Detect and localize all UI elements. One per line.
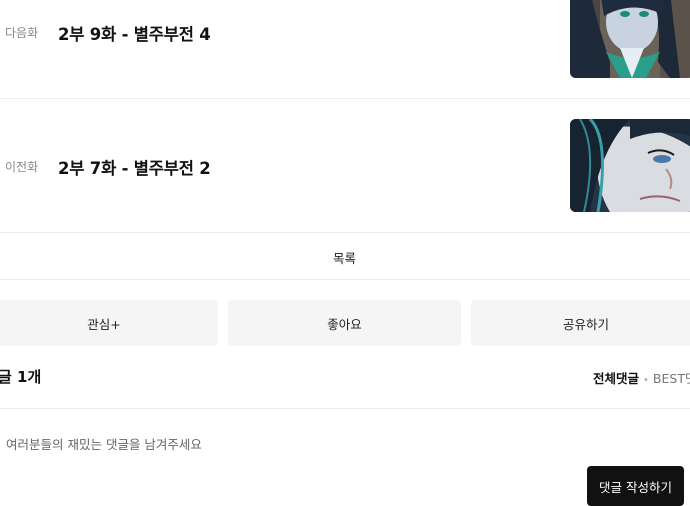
previous-episode-tag: 이전화 [5,160,39,174]
previous-episode-thumbnail-image [570,119,690,212]
next-episode-thumbnail-image [570,0,690,78]
previous-episode-thumbnail[interactable] [570,119,690,212]
share-button[interactable]: 공유하기 [471,300,690,346]
list-link[interactable]: 목록 [333,248,356,267]
previous-episode-title[interactable]: 2부 7화 - 별주부전 2 [58,155,211,179]
comment-input-placeholder[interactable]: 여러분들의 재밌는 댓글을 남겨주세요 [6,434,202,453]
sort-separator: • [643,375,649,386]
interest-button[interactable]: 관심+ [0,300,218,346]
next-episode-title[interactable]: 2부 9화 - 별주부전 4 [58,21,211,45]
like-button[interactable]: 좋아요 [228,300,461,346]
sort-all-comments[interactable]: 전체댓글 [593,371,639,386]
list-row: 목록 [0,233,690,280]
comment-sort: 전체댓글 • BEST댓 [593,368,690,387]
sort-best-comments[interactable]: BEST댓 [653,371,690,386]
comment-divider [0,408,690,409]
next-episode-row[interactable]: 다음화 2부 9화 - 별주부전 4 [0,0,690,99]
write-comment-button[interactable]: 댓글 작성하기 [587,466,684,506]
previous-episode-row[interactable]: 이전화 2부 7화 - 별주부전 2 [0,99,690,233]
next-episode-thumbnail[interactable] [570,0,690,78]
next-episode-tag: 다음화 [5,26,39,40]
comment-count: 글 1개 [0,368,42,386]
